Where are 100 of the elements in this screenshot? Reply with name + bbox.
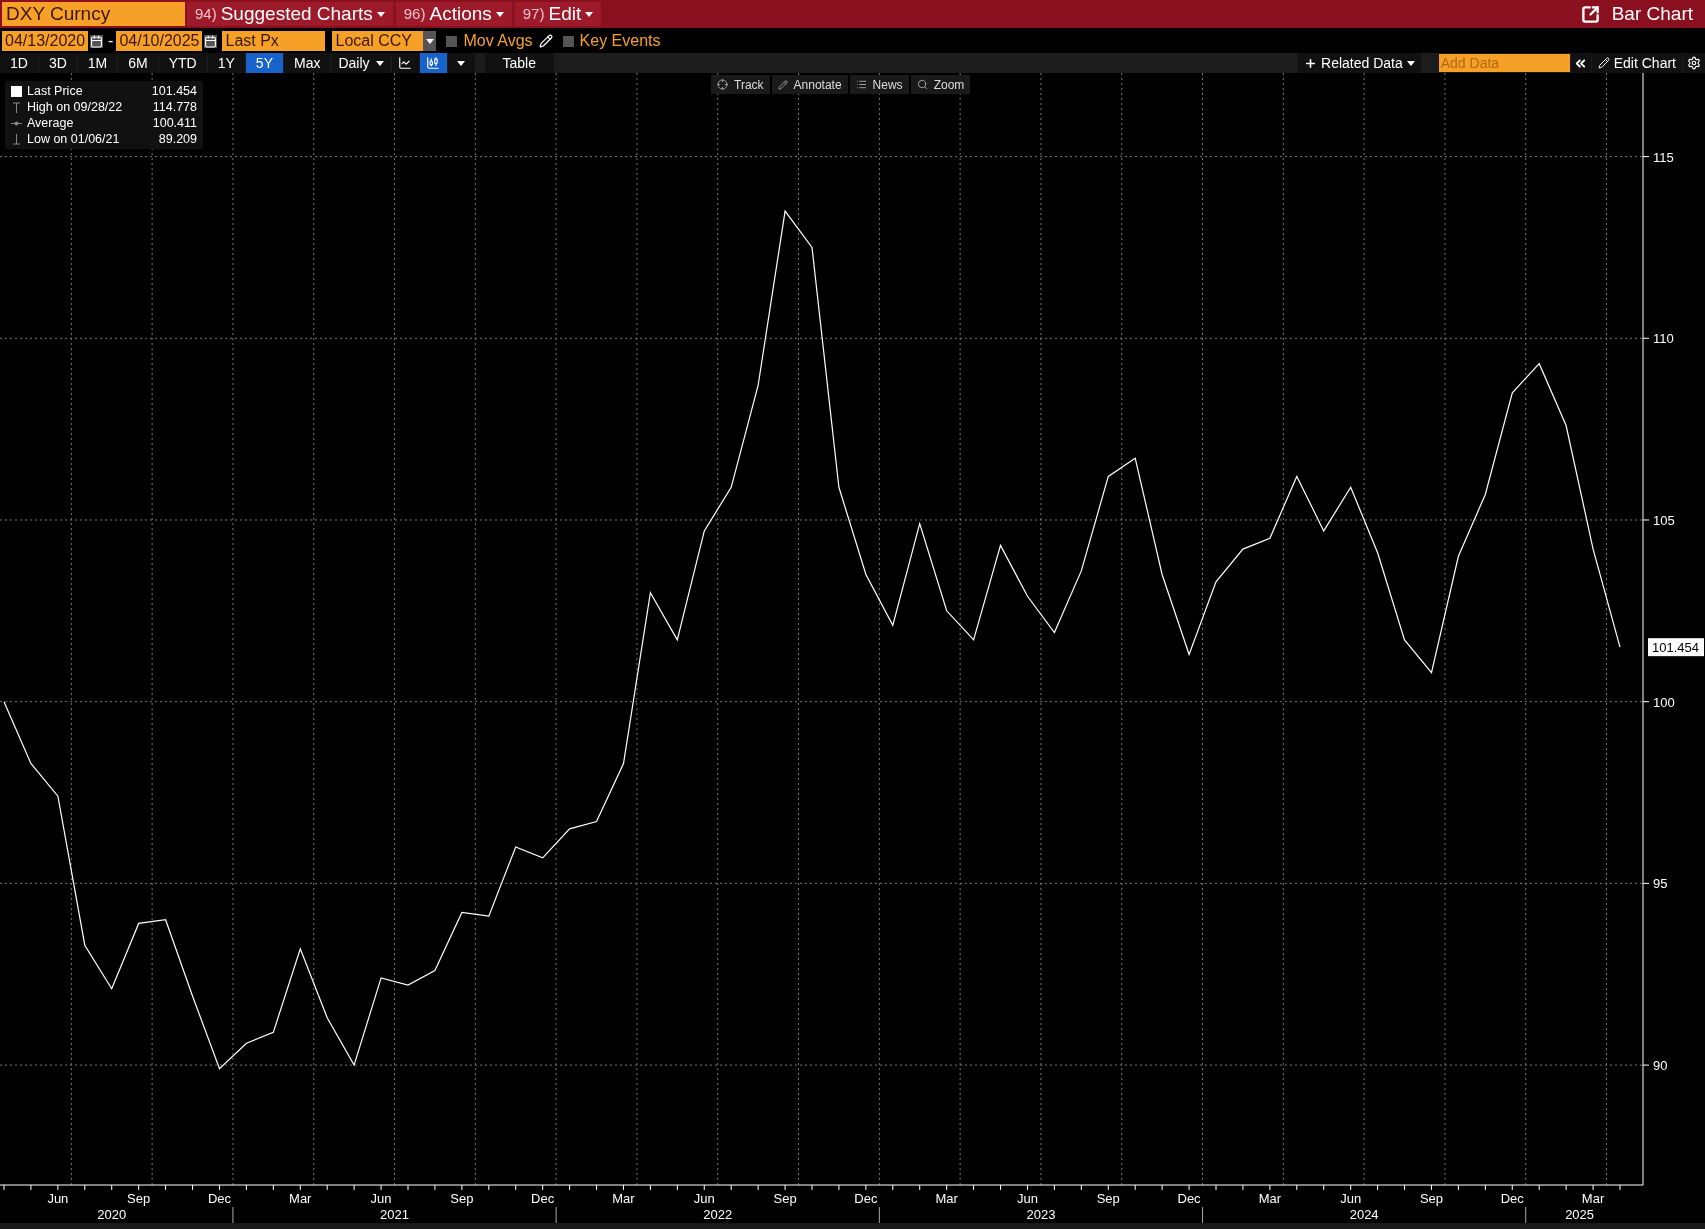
range-tab[interactable]: 5Y	[245, 53, 283, 73]
chart-type-button[interactable]: Bar Chart	[1568, 0, 1705, 29]
legend-value: 101.454	[151, 83, 197, 99]
y-tick-label: 100	[1653, 694, 1675, 710]
x-tick-label: Jun	[1017, 1191, 1038, 1206]
range-tab[interactable]: 1Y	[207, 53, 245, 73]
menu-number: 97)	[522, 3, 545, 24]
menu-button[interactable]: 96) Actions	[395, 2, 512, 26]
x-tick-label: Dec	[207, 1191, 232, 1206]
security-field[interactable]: DXY Curncy	[2, 2, 185, 26]
range-tab[interactable]: 3D	[38, 53, 77, 73]
option-label: Key Events	[579, 31, 661, 51]
frequency-dropdown[interactable]: Daily	[331, 53, 391, 73]
legend-label: Last Price	[27, 83, 84, 99]
menu-label: Edit	[548, 1, 582, 26]
range-tab[interactable]: 6M	[118, 53, 158, 73]
range-tab[interactable]: Max	[283, 53, 331, 73]
pencil-icon[interactable]	[538, 34, 553, 48]
last-price-tag: 101.454	[1648, 638, 1704, 657]
x-tick-label: Sep	[1096, 1191, 1120, 1206]
checkbox[interactable]	[446, 35, 458, 47]
related-data-button[interactable]: Related Data	[1298, 53, 1421, 73]
date-separator: -	[108, 31, 114, 51]
edit-chart-button[interactable]: Edit Chart	[1591, 53, 1682, 73]
legend-label: High on 09/28/22	[27, 99, 124, 115]
start-date-field[interactable]: 04/13/2020	[2, 31, 89, 51]
legend-value: 89.209	[158, 131, 197, 147]
legend-label: Low on 01/06/21	[27, 131, 121, 147]
x-tick-label: Jun	[47, 1191, 69, 1206]
pencil-icon	[1597, 57, 1610, 69]
chart-tool-button[interactable]: Annotate	[771, 75, 848, 94]
x-tick-label: Dec	[531, 1191, 555, 1206]
x-tick-label: Dec	[1500, 1191, 1524, 1206]
caret-icon	[426, 38, 434, 44]
crosshair-icon	[717, 79, 728, 90]
year-label: 2024	[1349, 1207, 1379, 1222]
field-selector[interactable]: Last Px	[222, 31, 326, 51]
menu-number: 94)	[195, 3, 217, 24]
settings-button[interactable]	[1683, 53, 1705, 73]
x-tick-label: Dec	[854, 1191, 878, 1206]
year-label: 2025	[1565, 1207, 1595, 1222]
checkbox[interactable]	[562, 35, 574, 47]
chart-style-button[interactable]	[391, 53, 419, 73]
menu-button[interactable]: 94) Suggested Charts	[187, 2, 393, 26]
option-label: Mov Avgs	[463, 31, 533, 51]
caret-icon	[1406, 60, 1415, 66]
end-date-field[interactable]: 04/10/2025	[116, 31, 203, 51]
caret-icon	[376, 11, 385, 17]
calendar-icon[interactable]	[204, 34, 218, 48]
bar-chart-icon	[426, 56, 441, 70]
plus-icon	[1304, 56, 1318, 70]
chart-style-button[interactable]	[419, 53, 447, 73]
low-marker-icon	[11, 133, 22, 145]
calendar-icon[interactable]	[90, 34, 104, 48]
range-tab[interactable]: 1D	[0, 53, 38, 73]
x-tick-label: Jun	[370, 1191, 392, 1206]
high-marker-icon	[11, 101, 22, 113]
menu-button[interactable]: 97) Edit	[514, 2, 602, 26]
y-tick-label: 110	[1653, 331, 1674, 347]
style-menu-button[interactable]	[447, 53, 475, 73]
currency-dropdown[interactable]: Local CCY	[332, 31, 437, 51]
open-window-icon	[1580, 4, 1600, 24]
legend-value: 100.411	[152, 115, 197, 131]
x-tick-label: Mar	[1258, 1191, 1282, 1206]
chart-tool-button[interactable]: News	[849, 75, 909, 94]
x-tick-label: Dec	[1177, 1191, 1201, 1206]
legend-value: 114.778	[152, 99, 197, 115]
y-tick-label: 95	[1653, 876, 1668, 892]
x-tick-label: Sep	[773, 1191, 797, 1206]
range-tab[interactable]: YTD	[158, 53, 207, 73]
x-tick-label: Jun	[1340, 1191, 1362, 1206]
table-button[interactable]: Table	[484, 53, 554, 73]
y-tick-label: 90	[1653, 1058, 1668, 1074]
x-tick-label: Sep	[127, 1191, 151, 1206]
year-label: 2023	[1026, 1207, 1056, 1222]
x-tick-label: Mar	[1581, 1191, 1605, 1206]
add-data-field[interactable]: Add Data	[1438, 54, 1570, 72]
year-label: 2020	[97, 1207, 127, 1222]
menu-label: Actions	[429, 1, 492, 26]
chart-tool-button[interactable]: Zoom	[910, 75, 971, 94]
chart-tool-button[interactable]: Track	[711, 75, 770, 94]
y-tick-label: 105	[1653, 513, 1675, 528]
pen-icon	[777, 79, 788, 90]
collapse-button[interactable]	[1570, 53, 1591, 73]
caret-icon	[457, 60, 466, 66]
x-tick-label: Mar	[289, 1191, 312, 1206]
legend-swatch	[11, 85, 22, 97]
year-divider	[1202, 1206, 1204, 1223]
menu-number: 96)	[403, 3, 426, 24]
x-tick-label: Jun	[693, 1191, 715, 1206]
y-tick-label: 115	[1653, 149, 1674, 165]
x-tick-label: Mar	[935, 1191, 958, 1206]
x-tick-label: Mar	[612, 1191, 635, 1206]
year-divider	[232, 1206, 234, 1223]
settings-icon	[1687, 56, 1701, 70]
caret-icon	[585, 11, 594, 17]
year-label: 2022	[703, 1207, 733, 1222]
year-divider	[878, 1206, 880, 1223]
legend-label: Average	[27, 115, 75, 131]
range-tab[interactable]: 1M	[77, 53, 118, 73]
